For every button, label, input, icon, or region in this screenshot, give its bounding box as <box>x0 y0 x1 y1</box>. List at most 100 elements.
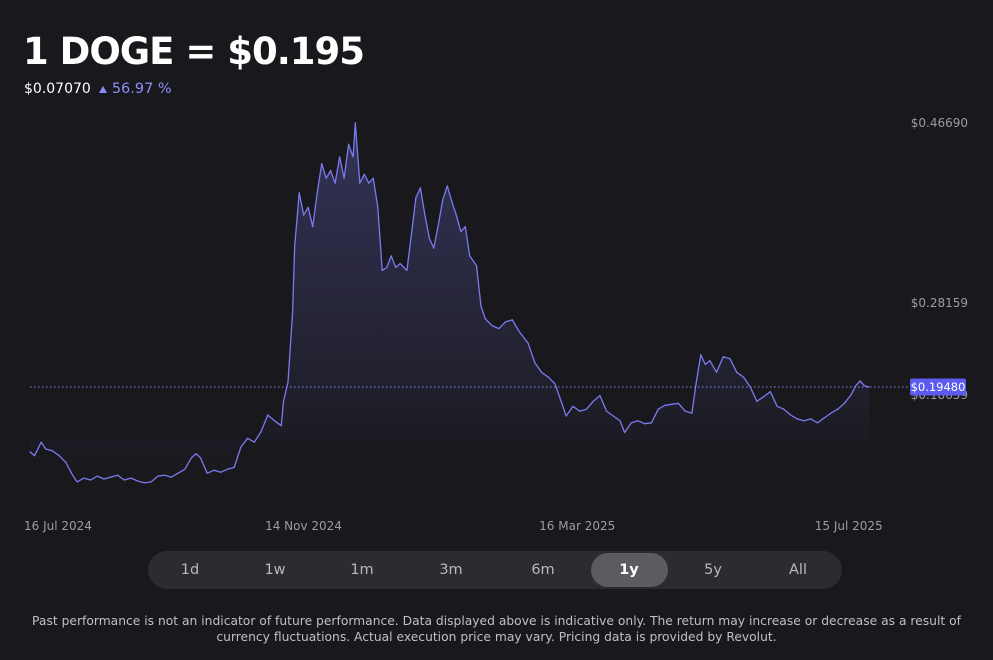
price-point <box>280 425 282 427</box>
price-point <box>354 122 356 124</box>
price-point <box>334 182 336 184</box>
price-point <box>291 313 294 315</box>
price-point <box>406 269 408 271</box>
price-point <box>303 214 305 216</box>
price-point <box>612 415 614 417</box>
period-tab-5y[interactable]: 5y <box>683 553 743 587</box>
price-point <box>419 187 421 189</box>
price-point <box>390 255 392 257</box>
price-point <box>307 206 309 208</box>
price-point <box>274 420 276 422</box>
price-point <box>96 475 98 477</box>
price-point <box>816 422 819 424</box>
price-point <box>348 143 350 145</box>
price-point <box>810 418 812 420</box>
price-point <box>511 319 513 321</box>
price-point <box>339 156 341 158</box>
price-point <box>644 423 646 425</box>
price-point <box>83 477 85 479</box>
price-point <box>157 475 159 477</box>
period-tab-6m[interactable]: 6m <box>513 553 573 587</box>
price-point <box>195 453 197 455</box>
price-point <box>624 431 626 434</box>
price-point <box>700 354 702 356</box>
current-price-label: $0.19480 <box>911 380 966 394</box>
period-tab-1d[interactable]: 1d <box>160 553 220 587</box>
price-point <box>572 405 574 407</box>
price-point <box>130 477 132 479</box>
price-point <box>579 410 581 412</box>
period-tab-3m[interactable]: 3m <box>421 553 481 587</box>
price-point <box>671 403 673 405</box>
period-tab-1y[interactable]: 1y <box>590 553 668 587</box>
price-point <box>585 408 588 410</box>
price-point <box>736 371 738 373</box>
price-point <box>850 394 852 396</box>
price-point <box>40 441 42 443</box>
price-point <box>213 469 215 471</box>
price-point <box>233 466 235 468</box>
period-tab-1m[interactable]: 1m <box>332 553 392 587</box>
price-point <box>722 356 724 358</box>
price-point <box>843 402 846 404</box>
price-point <box>316 192 318 194</box>
price-point <box>359 182 361 184</box>
price-area-fill <box>30 122 870 483</box>
price-point <box>518 330 520 333</box>
price-point <box>480 305 482 307</box>
price-point <box>769 391 772 393</box>
price-point <box>395 266 397 269</box>
period-tab-1w[interactable]: 1w <box>245 553 305 587</box>
price-point <box>103 478 105 480</box>
price-point <box>619 420 621 422</box>
price-point <box>150 481 152 483</box>
price-point <box>123 479 125 481</box>
price-point <box>343 177 345 179</box>
x-tick-label: 15 Jul 2025 <box>815 519 883 533</box>
price-point <box>859 380 861 382</box>
price-point <box>352 156 354 158</box>
price-point <box>137 480 139 482</box>
price-point <box>803 420 805 422</box>
period-selector: 1d 1w 1m 3m 6m 1y 5y All <box>148 551 842 589</box>
price-chart[interactable]: $0.46690$0.28159$0.18659 16 Jul 202414 N… <box>0 0 993 545</box>
price-point <box>294 245 296 247</box>
price-point <box>837 408 839 410</box>
price-point <box>451 200 453 203</box>
price-point <box>855 385 857 387</box>
y-tick-label: $0.46690 <box>911 116 968 130</box>
price-point <box>657 408 659 410</box>
price-point <box>386 266 388 269</box>
period-tab-all[interactable]: All <box>768 553 828 587</box>
price-point <box>606 410 608 412</box>
price-point <box>484 318 486 320</box>
price-point <box>410 233 412 236</box>
price-point <box>565 415 567 417</box>
price-point <box>498 328 500 330</box>
price-point <box>184 468 186 470</box>
price-point <box>469 255 471 257</box>
price-point <box>864 385 866 387</box>
price-point <box>547 376 549 378</box>
price-point <box>534 362 536 364</box>
price-point <box>709 360 711 362</box>
price-point <box>72 474 74 476</box>
price-point <box>206 472 208 474</box>
price-point <box>433 247 435 249</box>
price-point <box>377 206 379 208</box>
price-point <box>691 412 693 414</box>
price-point <box>51 450 54 452</box>
price-point <box>90 479 92 481</box>
price-point <box>45 448 47 450</box>
price-point <box>830 412 832 414</box>
price-point <box>637 420 639 422</box>
price-point <box>446 185 448 187</box>
y-tick-label: $0.28159 <box>911 296 968 310</box>
price-point <box>143 482 145 484</box>
price-point <box>695 381 697 383</box>
price-point <box>282 400 285 402</box>
price-point <box>76 481 78 483</box>
price-point <box>684 410 686 412</box>
price-point <box>540 371 543 373</box>
price-point <box>763 396 765 398</box>
